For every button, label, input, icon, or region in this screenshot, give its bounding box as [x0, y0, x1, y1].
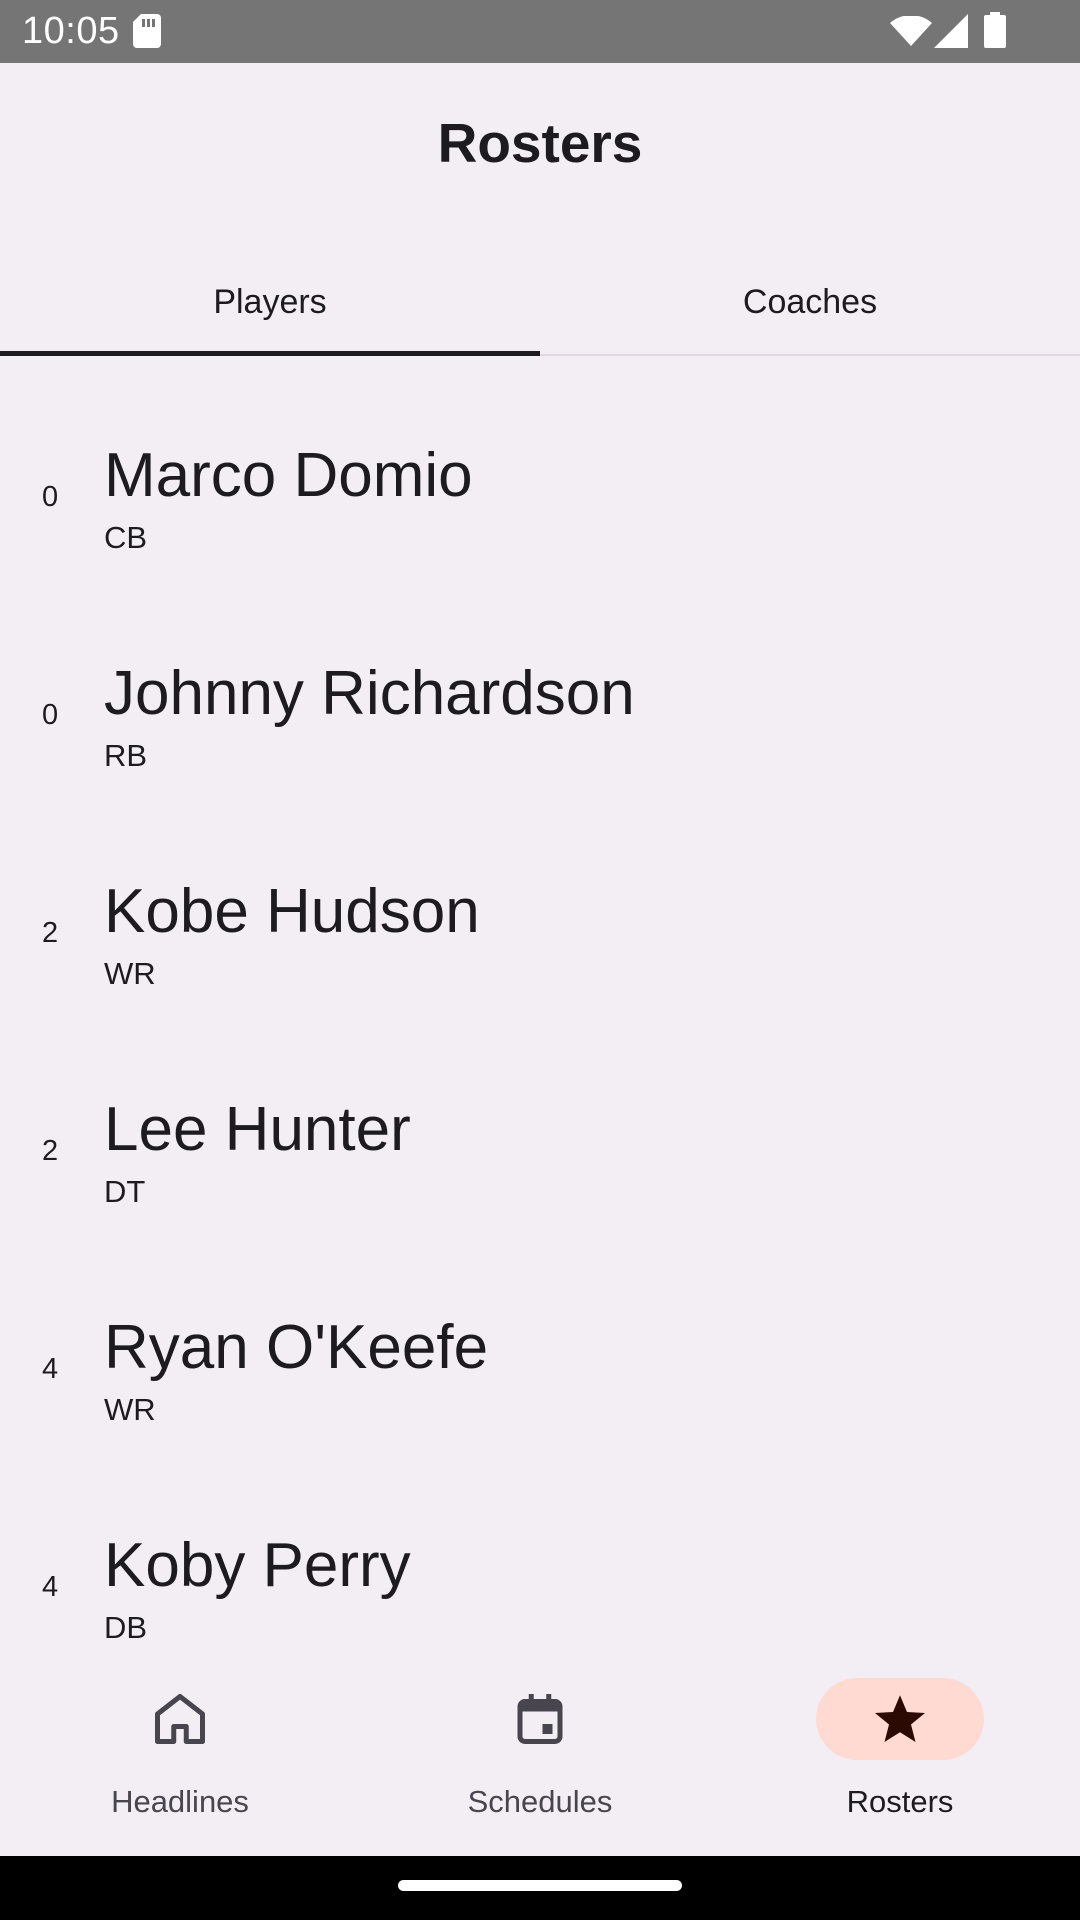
player-position: WR [104, 956, 156, 991]
tab-players[interactable]: Players [0, 250, 540, 354]
player-position: DT [104, 1174, 146, 1209]
nav-label-rosters: Rosters [846, 1784, 954, 1819]
player-position: CB [104, 520, 148, 555]
nav-item-schedules[interactable]: Schedules [360, 1646, 720, 1856]
player-number: 0 [42, 481, 59, 513]
nav-item-rosters[interactable]: Rosters [720, 1646, 1080, 1856]
bottom-navigation: Headlines Schedules Rosters [0, 1646, 1080, 1856]
player-position: DB [104, 1610, 148, 1645]
tab-coaches[interactable]: Coaches [540, 250, 1080, 354]
sd-card-icon [133, 14, 161, 48]
battery-icon [984, 12, 1006, 48]
list-item[interactable]: 0 Marco Domio CB [0, 356, 1080, 574]
player-number: 4 [42, 1353, 59, 1385]
player-name: Kobe Hudson [104, 877, 480, 946]
player-name: Marco Domio [104, 441, 473, 510]
tab-players-label: Players [213, 283, 327, 321]
status-bar: 10:05 [0, 0, 1080, 63]
player-number: 4 [42, 1571, 59, 1603]
player-list: 0 Marco Domio CB 0 Johnny Richardson RB … [0, 356, 1080, 1646]
list-item[interactable]: 0 Johnny Richardson RB [0, 574, 1080, 792]
home-gesture-handle[interactable] [398, 1880, 682, 1891]
nav-label-schedules: Schedules [467, 1784, 613, 1819]
list-item[interactable]: 2 Lee Hunter DT [0, 1010, 1080, 1228]
player-name: Koby Perry [104, 1531, 411, 1600]
player-position: WR [104, 1392, 156, 1427]
nav-label-headlines: Headlines [111, 1784, 249, 1819]
status-time: 10:05 [22, 10, 120, 52]
player-number: 2 [42, 917, 59, 949]
calendar-icon [517, 1694, 563, 1744]
star-icon [875, 1695, 925, 1742]
player-name: Ryan O'Keefe [104, 1313, 489, 1382]
list-item[interactable]: 4 Ryan O'Keefe WR [0, 1228, 1080, 1446]
player-name: Johnny Richardson [104, 659, 635, 728]
wifi-icon [890, 16, 932, 46]
player-position: RB [104, 738, 148, 773]
system-navigation-bar [0, 1856, 1080, 1920]
nav-item-headlines[interactable]: Headlines [0, 1646, 360, 1856]
player-number: 0 [42, 699, 59, 731]
app-bar: Rosters [0, 63, 1080, 239]
signal-icon [934, 14, 968, 48]
home-icon [155, 1694, 205, 1744]
list-item[interactable]: 2 Kobe Hudson WR [0, 792, 1080, 1010]
tab-coaches-label: Coaches [742, 283, 878, 321]
player-name: Lee Hunter [104, 1095, 411, 1164]
list-item[interactable]: 4 Koby Perry DB [0, 1446, 1080, 1646]
page-title: Rosters [437, 112, 643, 174]
tab-row: Players Coaches [0, 250, 1080, 356]
player-number: 2 [42, 1135, 59, 1167]
